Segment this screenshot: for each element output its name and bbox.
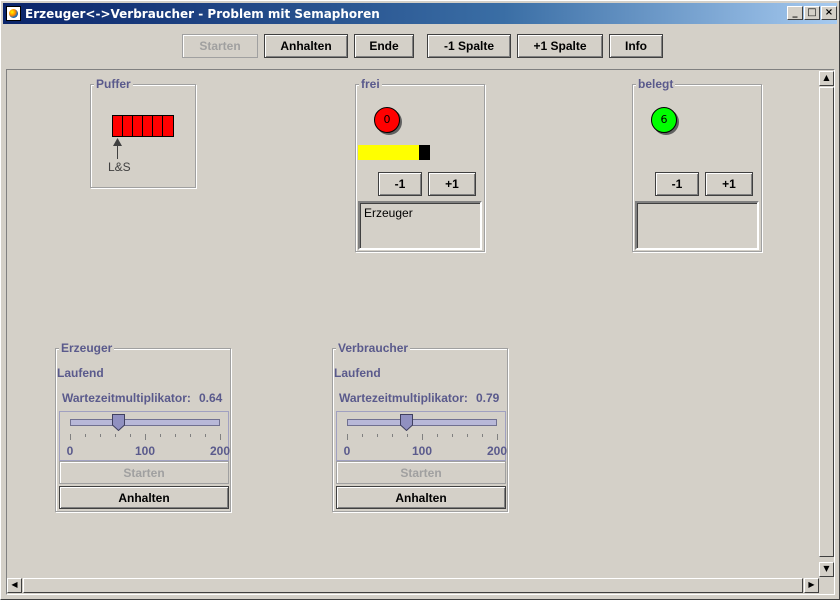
buffer-slots: [112, 115, 174, 159]
producer-multiplier-label: Wartezeitmultiplikator:: [62, 391, 191, 405]
minimize-icon[interactable]: _: [787, 6, 803, 20]
producer-stop-button[interactable]: Anhalten: [59, 486, 229, 509]
consumer-slider-track: [347, 419, 497, 426]
producer-tick-label-mid: 100: [134, 444, 156, 458]
producer-tick-label-max: 200: [209, 444, 231, 458]
producer-multiplier-value: 0.64: [199, 391, 223, 405]
consumer-multiplier-label: Wartezeitmultiplikator:: [339, 391, 468, 405]
frei-title: frei: [359, 77, 382, 91]
window-title: Erzeuger<->Verbraucher - Problem mit Sem…: [25, 7, 380, 21]
frei-waiting-list: Erzeuger: [358, 201, 482, 250]
belegt-counter-led: 6: [651, 107, 677, 133]
app-icon: [6, 6, 21, 21]
producer-slider-thumb[interactable]: [111, 414, 125, 431]
scroll-right-icon[interactable]: ▶: [804, 578, 819, 593]
application-window: Erzeuger<->Verbraucher - Problem mit Sem…: [0, 0, 840, 600]
frei-progress-bar: [358, 145, 430, 160]
vertical-scrollbar[interactable]: ▲ ▼: [819, 71, 834, 577]
horizontal-scrollbar[interactable]: ◀ ▶: [7, 578, 819, 593]
close-icon[interactable]: ×: [821, 6, 837, 20]
consumer-tick-label-max: 200: [486, 444, 508, 458]
consumer-wait-slider[interactable]: 0 100 200: [336, 411, 508, 461]
start-button[interactable]: Starten: [182, 34, 258, 58]
stop-button[interactable]: Anhalten: [264, 34, 348, 58]
producer-wait-slider[interactable]: 0 100 200: [59, 411, 231, 461]
vertical-scroll-thumb[interactable]: [819, 87, 834, 557]
frei-increment-button[interactable]: +1: [428, 172, 476, 196]
producer-title: Erzeuger: [59, 341, 115, 355]
title-bar[interactable]: Erzeuger<->Verbraucher - Problem mit Sem…: [3, 3, 837, 24]
producer-start-button[interactable]: Starten: [59, 461, 229, 484]
belegt-semaphore-group: belegt 6 -1 +1: [632, 77, 762, 252]
scroll-up-icon[interactable]: ▲: [819, 71, 834, 86]
scroll-left-icon[interactable]: ◀: [7, 578, 22, 593]
consumer-start-button[interactable]: Starten: [336, 461, 506, 484]
buffer-title: Puffer: [94, 77, 133, 91]
belegt-waiting-list: [635, 201, 759, 250]
consumer-tick-label-min: 0: [343, 444, 351, 458]
consumer-slider-thumb[interactable]: [399, 414, 413, 431]
consumer-stop-button[interactable]: Anhalten: [336, 486, 506, 509]
frei-progress-fill: [358, 145, 420, 160]
buffer-pointer-label: L&S: [108, 160, 131, 174]
consumer-group: Verbraucher Laufend Wartezeitmultiplikat…: [332, 341, 508, 512]
simulation-panel: Puffer L&S frei 0 -1 +1 Erzeuger belegt …: [6, 69, 835, 595]
frei-semaphore-group: frei 0 -1 +1 Erzeuger: [355, 77, 485, 252]
remove-column-button[interactable]: -1 Spalte: [427, 34, 511, 58]
consumer-status: Laufend: [334, 366, 381, 380]
producer-slider-track: [70, 419, 220, 426]
scroll-down-icon[interactable]: ▼: [819, 562, 834, 577]
producer-tick-label-min: 0: [66, 444, 74, 458]
belegt-increment-button[interactable]: +1: [705, 172, 753, 196]
add-column-button[interactable]: +1 Spalte: [517, 34, 603, 58]
end-button[interactable]: Ende: [354, 34, 414, 58]
buffer-group: Puffer L&S: [90, 77, 196, 188]
belegt-title: belegt: [636, 77, 676, 91]
producer-status: Laufend: [57, 366, 104, 380]
consumer-tick-label-mid: 100: [411, 444, 433, 458]
belegt-decrement-button[interactable]: -1: [655, 172, 699, 196]
maximize-icon[interactable]: □: [804, 6, 820, 20]
consumer-multiplier-value: 0.79: [476, 391, 500, 405]
producer-group: Erzeuger Laufend Wartezeitmultiplikator:…: [55, 341, 231, 512]
frei-counter-led: 0: [374, 107, 400, 133]
info-button[interactable]: Info: [609, 34, 663, 58]
frei-decrement-button[interactable]: -1: [378, 172, 422, 196]
horizontal-scroll-thumb[interactable]: [23, 578, 803, 593]
consumer-title: Verbraucher: [336, 341, 411, 355]
